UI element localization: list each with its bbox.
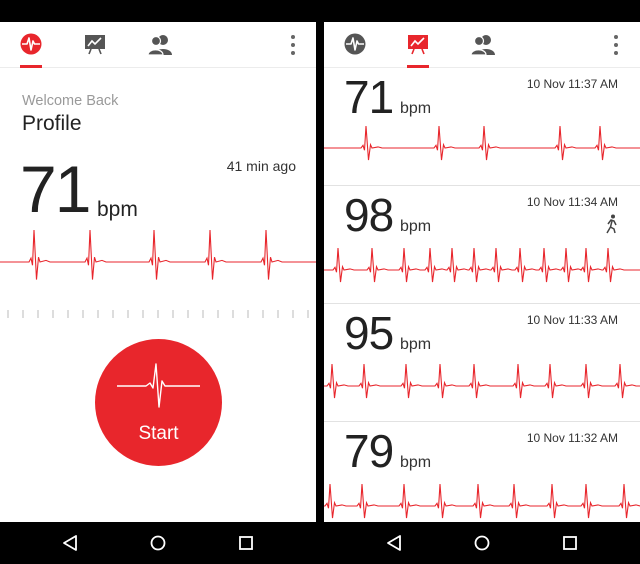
- reading-unit: bpm: [400, 218, 432, 235]
- dashboard: Welcome Back Profile 71 bpm 41 min ago S…: [0, 68, 316, 522]
- back-icon[interactable]: [382, 531, 406, 555]
- profile-label[interactable]: Profile: [22, 112, 82, 136]
- tab-trends[interactable]: [395, 22, 441, 68]
- trend-chart-icon: [85, 35, 105, 55]
- heart-rate-unit: bpm: [97, 198, 138, 221]
- heart-rate-value: 71: [20, 152, 91, 226]
- navigation-bar: [0, 522, 316, 564]
- list-item[interactable]: 71 bpm 10 Nov 11:37 AM: [324, 68, 640, 186]
- list-item[interactable]: 95 bpm 10 Nov 11:33 AM: [324, 304, 640, 422]
- people-icon: [148, 35, 172, 55]
- tab-people[interactable]: [136, 22, 182, 68]
- welcome-text: Welcome Back: [22, 93, 119, 109]
- reading-bpm: 71: [344, 71, 394, 123]
- walking-icon: [606, 214, 617, 234]
- tab-heartbeat[interactable]: [332, 22, 378, 68]
- reading-timestamp: 10 Nov 11:33 AM: [526, 313, 618, 327]
- home-icon[interactable]: [470, 531, 494, 555]
- start-button[interactable]: Start: [95, 339, 222, 466]
- recents-icon[interactable]: [234, 531, 258, 555]
- tab-trends[interactable]: [72, 22, 118, 68]
- overflow-menu-icon[interactable]: [611, 33, 621, 57]
- navigation-bar: [324, 522, 640, 564]
- right-screen: 71 bpm 10 Nov 11:37 AM 98 bpm 10 Nov 11:…: [324, 0, 640, 564]
- reading-bpm: 95: [344, 307, 394, 359]
- heartbeat-wave-icon: [117, 363, 200, 408]
- reading-unit: bpm: [400, 336, 432, 353]
- heartbeat-icon: [344, 33, 366, 55]
- reading-timestamp: 10 Nov 11:32 AM: [526, 431, 618, 445]
- ecg-waveform: [0, 229, 316, 280]
- list-item[interactable]: 98 bpm 10 Nov 11:34 AM: [324, 186, 640, 304]
- back-icon[interactable]: [58, 531, 82, 555]
- last-measured-time: 41 min ago: [226, 158, 296, 174]
- timeline-ticks: [7, 310, 309, 318]
- reading-unit: bpm: [400, 454, 432, 471]
- start-label: Start: [138, 423, 179, 444]
- list-item[interactable]: 79 bpm 10 Nov 11:32 AM: [324, 422, 640, 522]
- reading-unit: bpm: [400, 100, 432, 117]
- reading-timestamp: 10 Nov 11:34 AM: [526, 195, 618, 209]
- reading-timestamp: 10 Nov 11:37 AM: [526, 77, 618, 91]
- ecg-waveform: [324, 125, 640, 161]
- trend-chart-icon: [408, 35, 428, 55]
- tab-heartbeat[interactable]: [8, 22, 54, 68]
- reading-bpm: 98: [344, 189, 394, 241]
- status-bar: [0, 0, 316, 22]
- people-icon: [471, 35, 495, 55]
- ecg-waveform: [324, 363, 640, 399]
- ecg-waveform: [324, 247, 640, 283]
- status-bar: [324, 0, 640, 22]
- home-icon[interactable]: [146, 531, 170, 555]
- overflow-menu-icon[interactable]: [288, 33, 298, 57]
- heartbeat-icon: [20, 33, 42, 55]
- ecg-waveform: [324, 483, 640, 519]
- recents-icon[interactable]: [558, 531, 582, 555]
- history-list: 71 bpm 10 Nov 11:37 AM 98 bpm 10 Nov 11:…: [324, 68, 640, 522]
- app-bar: [0, 22, 316, 68]
- reading-bpm: 79: [344, 425, 394, 477]
- tab-people[interactable]: [459, 22, 505, 68]
- left-screen: Welcome Back Profile 71 bpm 41 min ago S…: [0, 0, 316, 564]
- app-bar: [324, 22, 640, 68]
